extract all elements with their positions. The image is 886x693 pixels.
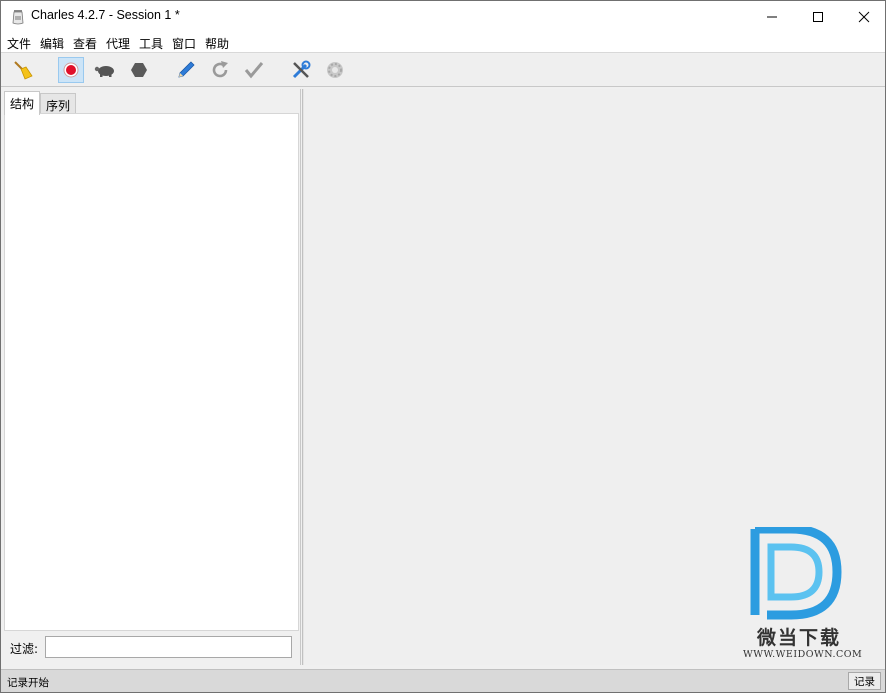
menu-edit[interactable]: 编辑	[40, 35, 64, 52]
status-bar: 记录开始 记录	[1, 669, 885, 692]
menu-proxy[interactable]: 代理	[106, 35, 130, 52]
window-title: Charles 4.2.7 - Session 1 *	[31, 8, 180, 22]
record-status-button[interactable]: 记录	[848, 672, 881, 690]
stop-hexagon-icon	[131, 63, 147, 77]
broom-icon	[14, 61, 33, 80]
weidown-logo-icon	[750, 524, 842, 620]
record-button[interactable]	[58, 57, 84, 83]
menu-help[interactable]: 帮助	[205, 35, 229, 52]
settings-button[interactable]	[322, 57, 348, 83]
charles-jar-icon	[12, 10, 24, 25]
record-icon	[63, 62, 79, 78]
navigation-panel: 结构 序列 过滤:	[2, 89, 301, 665]
close-button[interactable]	[841, 1, 886, 32]
tab-structure[interactable]: 结构	[4, 91, 41, 115]
watermark-name: 微当下载	[757, 627, 842, 649]
menu-view[interactable]: 查看	[73, 35, 97, 52]
watermark-url: WWW.WEIDOWN.COM	[743, 649, 863, 660]
repeat-button[interactable]	[207, 57, 233, 83]
app-window: Charles 4.2.7 - Session 1 * 文件 编辑 查看 代理 …	[0, 0, 886, 693]
turtle-throttle-icon	[94, 66, 114, 77]
menu-tools[interactable]: 工具	[139, 35, 163, 52]
toolbar	[1, 54, 885, 87]
tools-icon	[292, 60, 311, 79]
throttle-button[interactable]	[92, 57, 118, 83]
breakpoints-button[interactable]	[126, 57, 152, 83]
compose-button[interactable]	[173, 57, 199, 83]
tab-sequence[interactable]: 序列	[40, 93, 77, 113]
refresh-icon	[212, 61, 228, 78]
status-text: 记录开始	[7, 677, 49, 689]
clear-session-button[interactable]	[10, 57, 36, 83]
minimize-button[interactable]	[749, 1, 795, 32]
menu-file[interactable]: 文件	[7, 35, 31, 52]
close-icon	[858, 11, 870, 22]
filter-label: 过滤:	[10, 642, 39, 656]
minimize-icon	[767, 16, 777, 17]
maximize-icon	[813, 11, 823, 22]
maximize-button[interactable]	[795, 1, 841, 32]
settings-gear-icon	[327, 62, 343, 78]
menu-bar: 文件 编辑 查看 代理 工具 窗口 帮助	[1, 32, 885, 53]
watermark-logo: 微当下载 WWW.WEIDOWN.COM	[741, 524, 863, 667]
pen-compose-icon	[178, 61, 195, 78]
filter-input[interactable]	[45, 636, 292, 658]
title-bar[interactable]: Charles 4.2.7 - Session 1 *	[1, 1, 885, 32]
validate-button[interactable]	[241, 57, 267, 83]
checkmark-icon	[244, 62, 264, 79]
session-tree[interactable]	[4, 113, 299, 631]
tools-button[interactable]	[288, 57, 314, 83]
menu-window[interactable]: 窗口	[172, 35, 196, 52]
